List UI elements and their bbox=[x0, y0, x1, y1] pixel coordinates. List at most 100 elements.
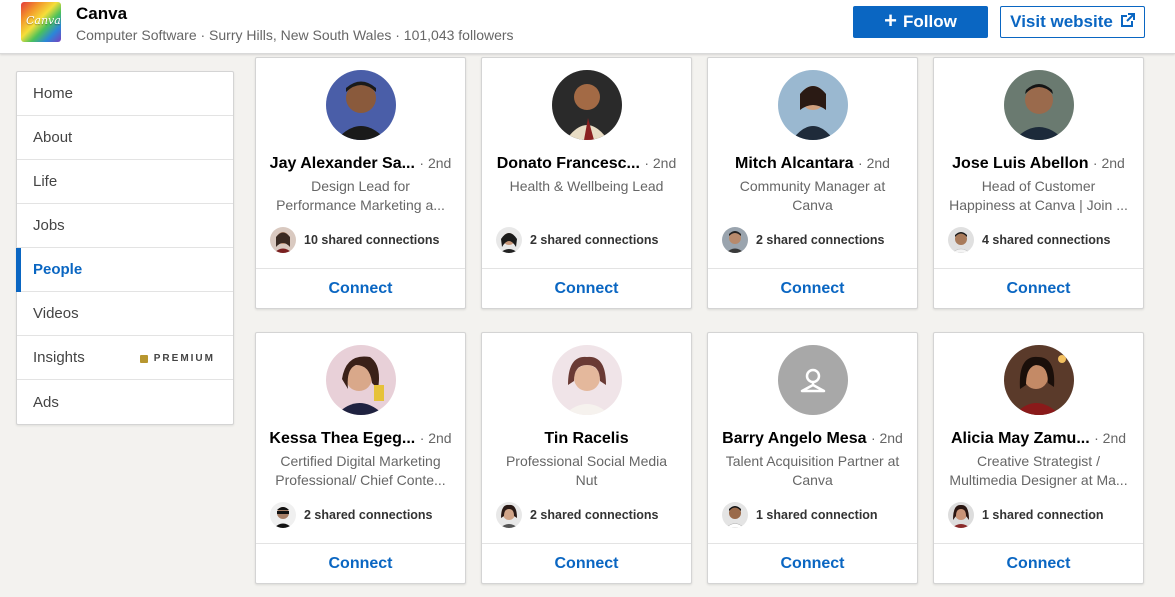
profile-photo[interactable] bbox=[326, 345, 396, 415]
follow-label: Follow bbox=[903, 12, 957, 31]
nav-label: Insights bbox=[33, 349, 85, 366]
company-logo[interactable]: Canva bbox=[21, 2, 61, 42]
nav-item-jobs[interactable]: Jobs bbox=[17, 204, 233, 248]
connection-degree: · 2nd bbox=[858, 155, 890, 171]
shared-connections-label: 2 shared connections bbox=[530, 508, 659, 522]
company-meta: Computer Software · Surry Hills, New Sou… bbox=[76, 27, 514, 43]
shared-connections[interactable]: 4 shared connections bbox=[948, 227, 1111, 253]
shared-connections-label: 2 shared connections bbox=[304, 508, 433, 522]
connect-button[interactable]: Connect bbox=[482, 544, 691, 583]
shared-connections[interactable]: 2 shared connections bbox=[496, 502, 659, 528]
shared-connection-avatar bbox=[722, 502, 748, 528]
nav-item-about[interactable]: About bbox=[17, 116, 233, 160]
connection-degree: · 2nd bbox=[644, 155, 677, 171]
person-headline: Certified Digital Marketing Professional… bbox=[275, 453, 446, 488]
shared-connections[interactable]: 1 shared connection bbox=[722, 502, 878, 528]
shared-connection-avatar bbox=[722, 227, 748, 253]
person-headline: Professional Social Media Nut bbox=[505, 453, 668, 488]
person-card: Barry Angelo Mesa · 2nd Talent Acquisiti… bbox=[707, 332, 918, 584]
person-name[interactable]: Mitch Alcantara bbox=[735, 155, 854, 172]
follow-button[interactable]: + Follow bbox=[853, 6, 988, 38]
person-card: Jose Luis Abellon · 2nd Head of Customer… bbox=[933, 57, 1144, 309]
person-name[interactable]: Tin Racelis bbox=[544, 430, 628, 447]
nav-item-people[interactable]: People bbox=[16, 248, 233, 292]
nav-label: Jobs bbox=[33, 217, 65, 234]
nav-item-home[interactable]: Home bbox=[17, 72, 233, 116]
nav-item-ads[interactable]: Ads bbox=[17, 380, 233, 424]
profile-photo[interactable] bbox=[1004, 345, 1074, 415]
shared-connections-label: 1 shared connection bbox=[982, 508, 1104, 522]
connect-button[interactable]: Connect bbox=[482, 269, 691, 308]
shared-connections-label: 1 shared connection bbox=[756, 508, 878, 522]
person-card: Alicia May Zamu... · 2nd Creative Strate… bbox=[933, 332, 1144, 584]
shared-connection-avatar bbox=[496, 502, 522, 528]
visit-label: Visit website bbox=[1010, 12, 1113, 31]
person-name[interactable]: Barry Angelo Mesa bbox=[722, 430, 866, 447]
shared-connection-avatar bbox=[948, 227, 974, 253]
connection-degree: · 2nd bbox=[419, 155, 452, 171]
visit-website-button[interactable]: Visit website bbox=[1000, 6, 1145, 38]
shared-connections[interactable]: 2 shared connections bbox=[496, 227, 659, 253]
profile-photo[interactable] bbox=[326, 70, 396, 140]
person-card: Kessa Thea Egeg... · 2nd Certified Digit… bbox=[255, 332, 466, 584]
premium-icon bbox=[139, 354, 148, 363]
nav-item-videos[interactable]: Videos bbox=[17, 292, 233, 336]
profile-photo[interactable] bbox=[778, 70, 848, 140]
person-card: Donato Francesc... · 2nd Health & Wellbe… bbox=[481, 57, 692, 309]
shared-connections-label: 10 shared connections bbox=[304, 233, 440, 247]
connect-button[interactable]: Connect bbox=[256, 544, 465, 583]
shared-connections-label: 4 shared connections bbox=[982, 233, 1111, 247]
shared-connection-avatar bbox=[270, 227, 296, 253]
external-link-icon bbox=[1120, 12, 1135, 32]
shared-connections[interactable]: 10 shared connections bbox=[270, 227, 439, 253]
shared-connections[interactable]: 2 shared connections bbox=[722, 227, 885, 253]
connect-button[interactable]: Connect bbox=[256, 269, 465, 308]
nav-item-life[interactable]: Life bbox=[17, 160, 233, 204]
shared-connection-avatar bbox=[948, 502, 974, 528]
premium-label: PREMIUM bbox=[153, 353, 215, 364]
connection-degree: · 2nd bbox=[870, 430, 903, 446]
default-profile-photo[interactable] bbox=[778, 345, 848, 415]
person-card: Mitch Alcantara · 2nd Community Manager … bbox=[707, 57, 918, 309]
person-name[interactable]: Donato Francesc... bbox=[497, 155, 640, 172]
shared-connections[interactable]: 2 shared connections bbox=[270, 502, 433, 528]
nav-label: Life bbox=[33, 173, 58, 190]
profile-photo[interactable] bbox=[552, 345, 622, 415]
person-name[interactable]: Jay Alexander Sa... bbox=[270, 155, 415, 172]
nav-label: Home bbox=[33, 85, 74, 102]
person-card: Jay Alexander Sa... · 2nd Design Lead fo… bbox=[255, 57, 466, 309]
company-name[interactable]: Canva bbox=[76, 4, 127, 24]
connect-button[interactable]: Connect bbox=[708, 544, 917, 583]
nav-label: About bbox=[33, 129, 73, 146]
person-headline: Talent Acquisition Partner at Canva bbox=[725, 453, 900, 488]
person-card: Tin Racelis Professional Social Media Nu… bbox=[481, 332, 692, 584]
company-header: Canva Canva Computer Software · Surry Hi… bbox=[0, 0, 1175, 54]
connect-button[interactable]: Connect bbox=[934, 544, 1143, 583]
connection-degree: · 2nd bbox=[1094, 430, 1127, 446]
connect-button[interactable]: Connect bbox=[708, 269, 917, 308]
shared-connections-label: 2 shared connections bbox=[756, 233, 885, 247]
premium-badge: PREMIUM bbox=[139, 353, 215, 364]
nav-label: Videos bbox=[33, 305, 79, 322]
nav-item-insights[interactable]: Insights PREMIUM bbox=[17, 336, 233, 380]
profile-photo[interactable] bbox=[1004, 70, 1074, 140]
person-name[interactable]: Alicia May Zamu... bbox=[951, 430, 1090, 447]
shared-connection-avatar bbox=[270, 502, 296, 528]
person-headline: Design Lead for Performance Marketing a.… bbox=[276, 178, 445, 213]
nav-label: Ads bbox=[33, 393, 59, 411]
person-headline: Head of Customer Happiness at Canva | Jo… bbox=[949, 178, 1128, 213]
connection-degree: · 2nd bbox=[1092, 155, 1125, 171]
person-headline: Community Manager at Canva bbox=[739, 178, 886, 213]
company-nav: Home About Life Jobs People Videos Insig… bbox=[16, 71, 234, 425]
profile-photo[interactable] bbox=[552, 70, 622, 140]
shared-connections-label: 2 shared connections bbox=[530, 233, 659, 247]
person-headline: Health & Wellbeing Lead bbox=[509, 178, 664, 194]
person-name[interactable]: Jose Luis Abellon bbox=[952, 155, 1088, 172]
plus-icon: + bbox=[884, 8, 898, 33]
person-headline: Creative Strategist / Multimedia Designe… bbox=[949, 453, 1128, 488]
shared-connections[interactable]: 1 shared connection bbox=[948, 502, 1104, 528]
shared-connection-avatar bbox=[496, 227, 522, 253]
person-name[interactable]: Kessa Thea Egeg... bbox=[269, 430, 415, 447]
connect-button[interactable]: Connect bbox=[934, 269, 1143, 308]
connection-degree: · 2nd bbox=[419, 430, 452, 446]
